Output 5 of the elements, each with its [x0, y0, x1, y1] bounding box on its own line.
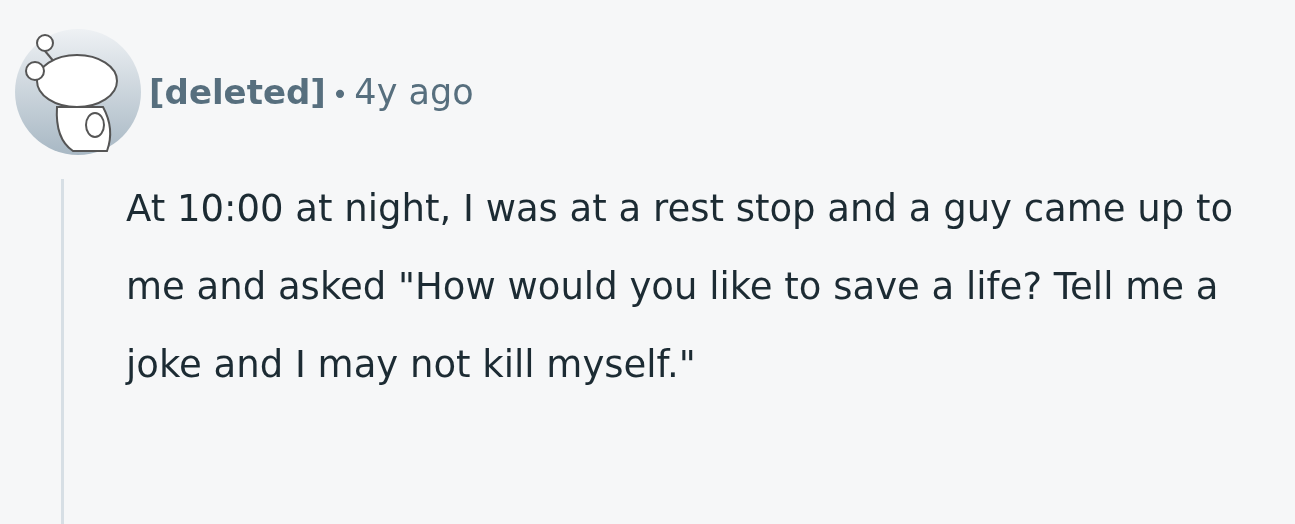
avatar-icon	[15, 28, 141, 155]
comment-text: At 10:00 at night, I was at a rest stop and a guy came up to me and asked "How would you like to save a life? Tell me a joke and I may not kill myself."	[126, 186, 1235, 388]
timestamp: 4y ago	[354, 71, 474, 112]
separator-dot: •	[331, 77, 349, 111]
username[interactable]: [deleted]	[149, 71, 326, 112]
